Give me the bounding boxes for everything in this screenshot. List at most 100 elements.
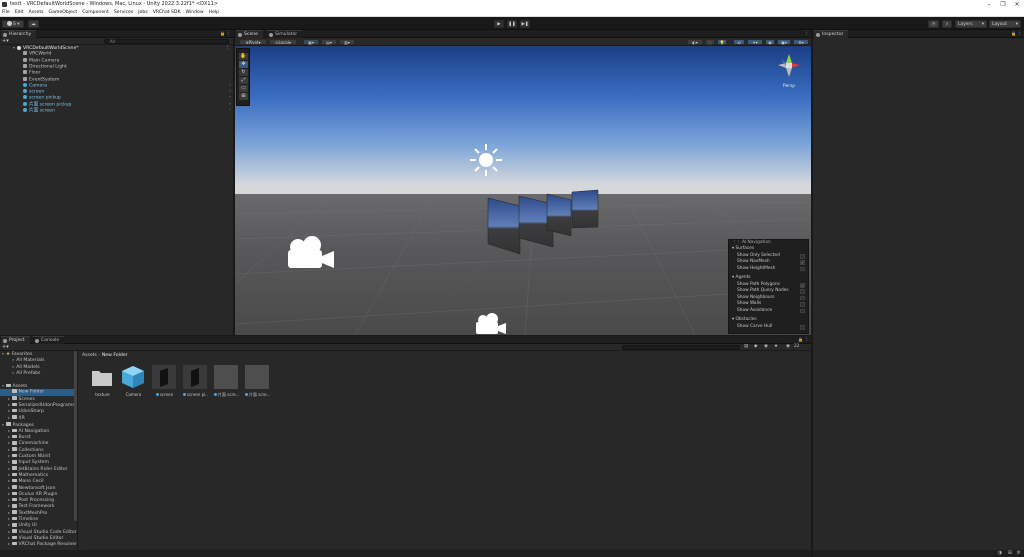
view-persp-label[interactable]: Persp <box>775 84 803 89</box>
hierarchy-item[interactable]: 片面 screen › <box>0 108 233 114</box>
lock-icon[interactable]: 🔒 <box>220 31 225 36</box>
package-item[interactable]: ▸ VRChat Package Resolver <box>0 541 77 547</box>
nav-option-checkbox[interactable] <box>800 295 805 301</box>
camera-gizmo-icon[interactable] <box>284 234 336 272</box>
nav-option[interactable]: Show Carve Hull <box>729 324 808 330</box>
nav-option-checkbox[interactable]: ✓ <box>800 260 805 265</box>
menu-file[interactable]: File <box>2 9 10 16</box>
asset-item[interactable]: Camera <box>121 365 146 397</box>
step-button[interactable]: ▶❚ <box>520 19 530 28</box>
tab-console[interactable]: Console <box>33 336 65 344</box>
tab-simulator[interactable]: Simulator <box>267 30 303 38</box>
menu-jobs[interactable]: Jobs <box>138 9 147 16</box>
lighting-toggle[interactable]: 💡 <box>717 38 727 45</box>
notifications-icon[interactable]: ⚙ <box>1017 550 1021 556</box>
favorite-item[interactable]: ⌕ All Prefabs <box>0 370 77 376</box>
project-search-input[interactable] <box>622 345 740 350</box>
asset-item[interactable]: screen <box>152 365 177 397</box>
agents-header[interactable]: ▾ Agents <box>729 275 808 281</box>
2d-toggle[interactable]: ◌ <box>705 38 715 45</box>
scale-tool-icon[interactable]: ⤢ <box>239 77 248 84</box>
asset-item[interactable]: 片面 scre... <box>245 365 270 398</box>
hierarchy-search-input[interactable]: All <box>104 39 229 44</box>
asset-folder-item[interactable]: ▸ XR <box>0 415 77 421</box>
menu-component[interactable]: Component <box>82 9 109 16</box>
menu-help[interactable]: Help <box>209 9 219 16</box>
camera-dropdown[interactable]: ▣▾ <box>777 38 791 45</box>
more-icon[interactable]: ⋮ <box>226 30 231 36</box>
nav-option[interactable]: Show HeightMesh <box>729 266 808 272</box>
add-button[interactable]: +▾ <box>2 38 9 44</box>
menu-vrchat-sdk[interactable]: VRChat SDK <box>153 9 181 16</box>
asset-item[interactable]: 片面 scre... <box>214 365 239 398</box>
asset-item[interactable]: screen pi... <box>183 365 208 397</box>
cache-icon[interactable]: ◑ <box>998 550 1002 556</box>
effects-dropdown[interactable]: ✦▾ <box>747 38 763 45</box>
screen-objects[interactable] <box>485 188 605 260</box>
lock-icon[interactable]: 🔒 <box>798 337 803 342</box>
hidden-packages-icon[interactable]: ◉ <box>786 344 790 349</box>
drag-handle-icon[interactable]: ⋮⋮ <box>732 240 741 245</box>
menu-window[interactable]: Window <box>186 9 204 16</box>
menu-services[interactable]: Services <box>114 9 133 16</box>
filter-type-icon[interactable]: ▤ <box>744 344 748 349</box>
nav-option-checkbox[interactable] <box>800 254 805 259</box>
pause-button[interactable]: ❚❚ <box>507 19 517 28</box>
cloud-icon[interactable]: ☁ <box>28 19 39 28</box>
asset-item[interactable]: texture <box>90 365 115 397</box>
menu-assets[interactable]: Assets <box>29 9 44 16</box>
directional-light-icon[interactable] <box>468 142 504 178</box>
tab-scene[interactable]: Scene <box>236 30 264 38</box>
menu-gameobject[interactable]: GameObject <box>49 9 78 16</box>
maximize-button[interactable]: ❐ <box>996 0 1010 9</box>
network-icon[interactable]: ⊞ <box>1008 550 1012 556</box>
search-icon[interactable]: ⌕ <box>942 19 952 28</box>
rect-tool-icon[interactable]: ▭ <box>239 85 248 92</box>
nav-option-checkbox[interactable] <box>800 308 805 314</box>
nav-option[interactable]: Show Avoidance <box>729 308 808 314</box>
hand-tool-icon[interactable]: ✋ <box>239 53 248 60</box>
more-icon[interactable]: ⋮ <box>804 30 809 36</box>
camera-gizmo-icon[interactable] <box>473 312 507 335</box>
tab-inspector[interactable]: Inspector <box>814 30 849 38</box>
pivot-dropdown[interactable]: ⊕Pivot▾ <box>239 38 267 45</box>
filter-log-icon[interactable]: ◉ <box>764 344 768 349</box>
layers-dropdown[interactable]: Layers ▾ <box>955 19 987 28</box>
local-dropdown[interactable]: ⊙Local▾ <box>269 38 297 45</box>
close-button[interactable]: ✕ <box>1010 0 1024 9</box>
favorite-icon[interactable]: ★ <box>774 344 778 349</box>
nav-option-checkbox[interactable]: ✓ <box>800 283 805 288</box>
grid-toggle-button[interactable]: ▤▾ <box>321 38 337 45</box>
increment-snap-button[interactable]: ▥▾ <box>339 38 355 45</box>
orientation-gizmo[interactable] <box>772 51 806 81</box>
layout-dropdown[interactable]: Layout ▾ <box>989 19 1021 28</box>
transform-tool-icon[interactable]: ⊞ <box>239 93 248 100</box>
menu-edit[interactable]: Edit <box>15 9 24 16</box>
gizmos-dropdown[interactable]: ⚙▾ <box>793 38 809 45</box>
rotate-tool-icon[interactable]: ↻ <box>239 69 248 76</box>
draw-mode-dropdown[interactable]: ◐▾ <box>687 38 703 45</box>
obstacles-header[interactable]: ▾ Obstacles <box>729 317 808 323</box>
surfaces-header[interactable]: ▾ Surfaces <box>729 246 808 252</box>
tab-project[interactable]: Project <box>1 336 30 344</box>
account-dropdown[interactable]: S ▾ <box>2 19 24 28</box>
lock-icon[interactable]: 🔒 <box>1011 31 1016 36</box>
nav-option-checkbox[interactable] <box>800 325 805 330</box>
create-button[interactable]: +▾ <box>2 344 9 350</box>
folder-tree-scrollbar[interactable] <box>74 351 77 521</box>
history-icon[interactable]: ◷ <box>928 19 939 28</box>
tab-hierarchy[interactable]: Hierarchy <box>1 30 37 38</box>
grid-snap-button[interactable]: ▦▾ <box>303 38 319 45</box>
minimize-button[interactable]: – <box>982 0 996 9</box>
chevron-right-icon[interactable]: › <box>229 108 231 114</box>
scene-viewport[interactable]: ✋ ✥ ↻ ⤢ ▭ ⊞ Persp <box>235 46 811 335</box>
move-tool-icon[interactable]: ✥ <box>239 61 248 68</box>
filter-label-icon[interactable]: ◆ <box>754 344 757 349</box>
audio-toggle[interactable]: ◂) <box>733 38 745 45</box>
more-icon[interactable]: ⋮ <box>1017 30 1022 36</box>
breadcrumb-new-folder[interactable]: New Folder <box>102 353 128 358</box>
play-button[interactable]: ▶ <box>494 19 504 28</box>
nav-option-checkbox[interactable] <box>800 289 805 294</box>
more-icon[interactable]: ⋮ <box>804 336 809 342</box>
breadcrumb-assets[interactable]: Assets <box>82 353 97 358</box>
